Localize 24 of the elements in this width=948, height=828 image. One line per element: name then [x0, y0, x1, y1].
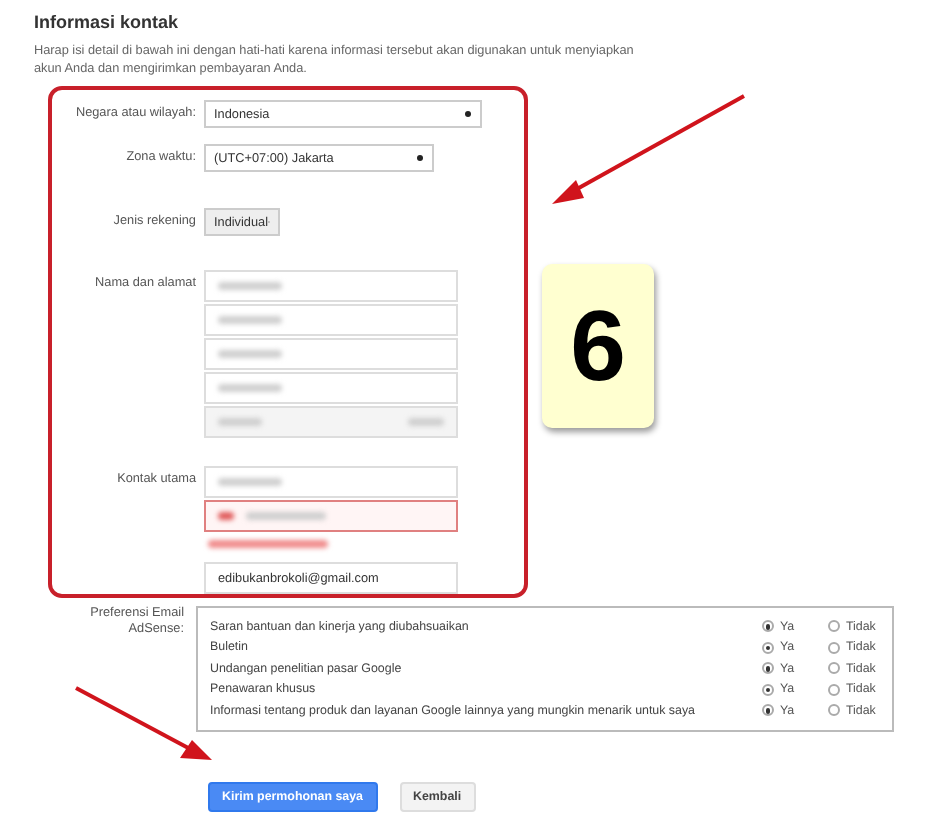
radio-button[interactable] [828, 662, 840, 675]
radio-button[interactable] [828, 704, 840, 717]
blurred-text [218, 282, 282, 290]
input-field[interactable] [204, 500, 458, 532]
step-badge: 6 [542, 264, 654, 428]
radio-button[interactable] [762, 662, 774, 675]
blurred-text [218, 316, 282, 324]
blurred-text [246, 512, 326, 520]
blurred-text [218, 478, 282, 486]
blurred-error-text [208, 540, 328, 548]
blurred-text [218, 350, 282, 358]
radio-button[interactable] [762, 641, 774, 654]
radio-button[interactable] [762, 683, 774, 696]
radio-button[interactable] [762, 704, 774, 717]
dropdown-icon [464, 110, 472, 118]
section-title: Informasi kontak [34, 12, 181, 32]
arrow-icon [548, 92, 748, 208]
dropdown-icon [416, 154, 424, 162]
radio-button[interactable] [828, 641, 840, 654]
blurred-text [218, 384, 282, 392]
blurred-text [218, 512, 234, 520]
radio-button[interactable] [828, 683, 840, 696]
radio-button[interactable] [762, 620, 774, 633]
radio-button[interactable] [828, 620, 840, 633]
